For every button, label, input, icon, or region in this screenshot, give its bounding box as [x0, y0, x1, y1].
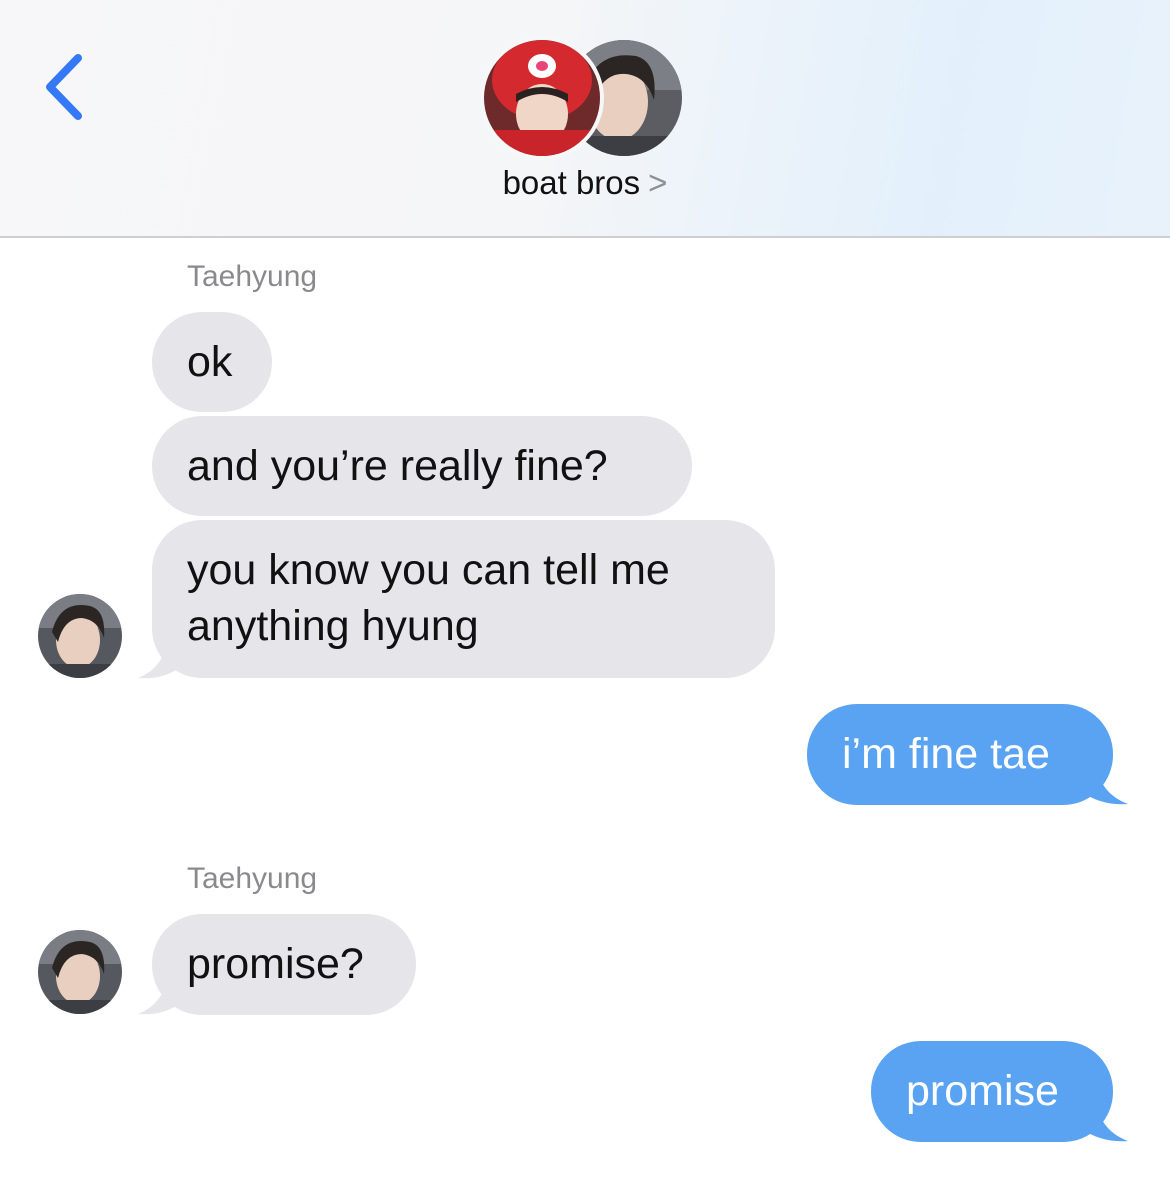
message-bubble-outgoing[interactable]: promise	[871, 1041, 1113, 1142]
chevron-right-icon: >	[648, 164, 668, 201]
message-text: promise	[906, 1067, 1059, 1115]
message-text: promise?	[187, 940, 364, 988]
avatar-jin	[484, 40, 600, 156]
back-chevron-icon[interactable]	[40, 52, 88, 122]
message-text: i’m fine tae	[842, 730, 1050, 778]
sender-name: Taehyung	[187, 260, 318, 293]
bubble-tail	[1082, 1093, 1128, 1142]
bubble-tail	[138, 966, 182, 1015]
conversation-title[interactable]: boat bros >	[0, 164, 1170, 202]
sender-name: Taehyung	[187, 862, 318, 895]
avatar-taehyung[interactable]	[38, 594, 122, 678]
message-bubble-outgoing[interactable]: i’m fine tae	[807, 704, 1113, 805]
message-bubble-incoming[interactable]: and you’re really fine?	[152, 416, 692, 516]
message-text: ok	[187, 338, 233, 386]
message-text-line: you know you can tell me	[187, 546, 670, 594]
group-avatars[interactable]	[484, 40, 684, 156]
avatar-taehyung[interactable]	[38, 930, 122, 1014]
message-text: and you’re really fine?	[187, 442, 608, 490]
conversation-header: boat bros >	[0, 0, 1170, 238]
bubble-tail	[138, 630, 182, 679]
conversation-title-text: boat bros	[502, 164, 641, 201]
message-text-line: anything hyung	[187, 602, 479, 650]
message-bubble-incoming[interactable]: promise?	[152, 914, 416, 1015]
message-bubble-incoming[interactable]: ok	[152, 312, 272, 412]
bubble-tail	[1082, 756, 1128, 805]
message-bubble-incoming[interactable]: you know you can tell me anything hyung	[152, 520, 775, 678]
